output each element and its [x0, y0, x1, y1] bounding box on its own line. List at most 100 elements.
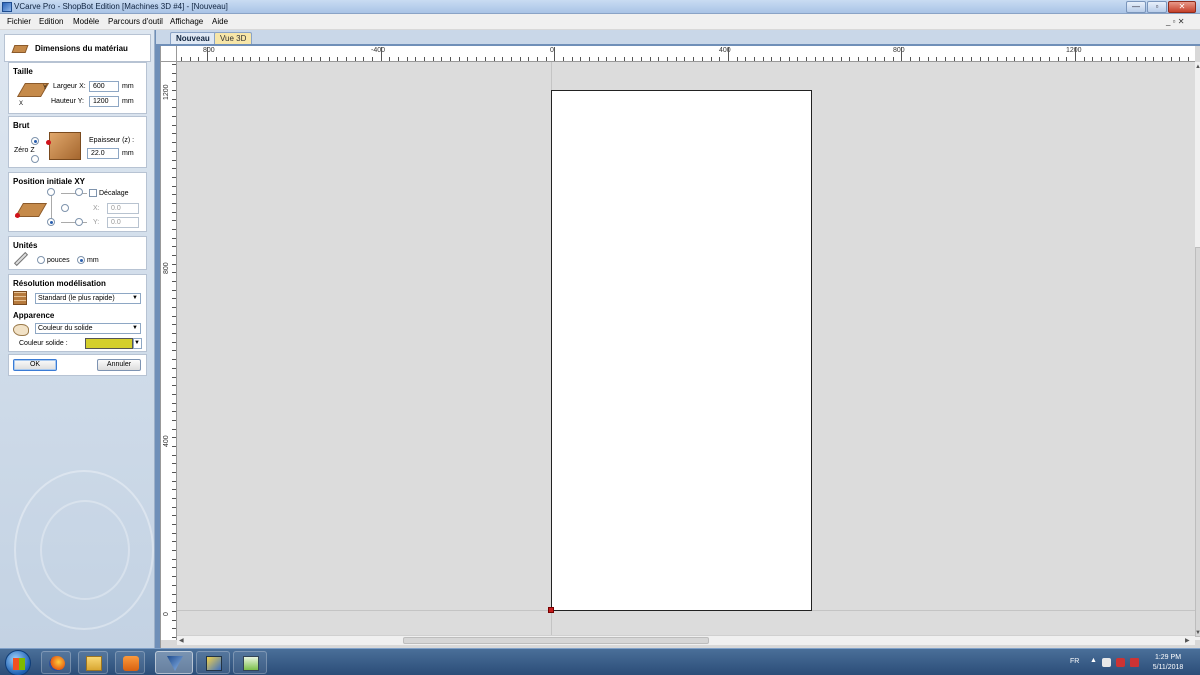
section-resolution-title: Résolution modélisation: [13, 279, 106, 288]
ruler-tick: [901, 47, 903, 61]
scroll-right-icon[interactable]: ▶: [1185, 637, 1190, 644]
action-center-icon[interactable]: [1116, 658, 1125, 667]
origin-top-right-radio[interactable]: [75, 188, 83, 196]
cancel-button[interactable]: Annuler: [97, 359, 141, 371]
ruler-tick: [858, 57, 859, 61]
network-icon[interactable]: [1130, 658, 1139, 667]
zero-z-bottom-radio[interactable]: [31, 155, 39, 163]
mdi-window-controls[interactable]: _ ▫ ✕: [1166, 17, 1184, 26]
minimize-button[interactable]: —: [1126, 1, 1146, 13]
ok-button[interactable]: OK: [13, 359, 57, 371]
ruler-tick: [398, 57, 399, 61]
material-sheet[interactable]: [551, 90, 812, 611]
ruler-tick: [1049, 57, 1050, 61]
ruler-tick: [606, 57, 608, 61]
ruler-tick: [172, 142, 176, 144]
tab-vue-3d[interactable]: Vue 3D: [214, 32, 253, 44]
ruler-tick: [753, 57, 755, 61]
taskbar-explorer[interactable]: [78, 651, 108, 674]
close-button[interactable]: ✕: [1168, 1, 1196, 13]
ruler-tick: [710, 57, 712, 61]
ruler-tick: [562, 57, 564, 61]
horizontal-scroll-thumb[interactable]: [403, 637, 709, 644]
ruler-tick: [806, 57, 807, 61]
menu-fichier[interactable]: Fichier: [7, 17, 31, 26]
ruler-tick: [910, 57, 912, 61]
tray-expand-icon[interactable]: ▲: [1090, 657, 1097, 675]
ruler-tick: [285, 57, 287, 61]
height-input[interactable]: 1200: [89, 96, 119, 107]
ruler-tick: [172, 194, 176, 196]
ruler-tick: [996, 57, 998, 61]
section-units-title: Unités: [13, 241, 38, 250]
scroll-left-icon[interactable]: ◀: [179, 637, 184, 644]
menu-modele[interactable]: Modèle: [73, 17, 99, 26]
units-inches-radio[interactable]: [37, 256, 45, 264]
section-resolution-appearance: Résolution modélisation Standard (le plu…: [8, 274, 147, 352]
ruler-tick: [1066, 57, 1068, 61]
resolution-dropdown[interactable]: Standard (le plus rapide) ▼: [35, 293, 141, 304]
ruler-tick: [840, 57, 842, 61]
ruler-tick: [944, 57, 946, 61]
volume-icon[interactable]: [1102, 658, 1111, 667]
solid-color-picker-button[interactable]: ▼: [133, 338, 142, 349]
ruler-tick: [172, 124, 176, 126]
units-mm-radio[interactable]: [77, 256, 85, 264]
menu-affichage[interactable]: Affichage: [170, 17, 203, 26]
solid-color-swatch[interactable]: [85, 338, 133, 349]
ruler-tick: [250, 57, 252, 61]
ruler-tick: [1031, 57, 1033, 61]
menu-parcours-outil[interactable]: Parcours d'outil: [108, 17, 163, 26]
ruler-tick: [1040, 57, 1042, 61]
menu-edition[interactable]: Edition: [39, 17, 63, 26]
ruler-tick: [988, 57, 990, 61]
vertical-scrollbar[interactable]: ▲ ▼: [1195, 62, 1200, 640]
origin-center-radio[interactable]: [61, 204, 69, 212]
clock-time: 1:29 PM: [1154, 654, 1182, 661]
tab-nouveau[interactable]: Nouveau: [170, 32, 216, 44]
ruler-tick: [1161, 57, 1163, 61]
ruler-tick: [172, 159, 176, 161]
ruler-tick: [953, 57, 955, 61]
hruler-label: 800: [893, 47, 905, 54]
taskbar-clock[interactable]: 1:29 PM 5/11/2018: [1146, 653, 1190, 673]
hruler-label: -400: [371, 47, 386, 54]
vertical-scroll-thumb[interactable]: [1195, 247, 1200, 637]
ruler-tick: [172, 489, 176, 491]
material-setup-panel: Dimensions du matériau Taille X Y Largeu…: [0, 30, 155, 648]
ruler-tick: [519, 57, 521, 61]
origin-bottom-right-radio[interactable]: [75, 218, 83, 226]
ruler-tick: [380, 47, 382, 61]
horizontal-scrollbar[interactable]: ◀ ▶: [177, 635, 1195, 645]
clock-date: 5/11/2018: [1152, 664, 1184, 671]
ruler-tick: [259, 57, 261, 61]
thickness-input[interactable]: 22.0: [87, 148, 119, 159]
resolution-grid-icon: [13, 291, 27, 305]
origin-top-left-radio[interactable]: [47, 188, 55, 196]
drawing-canvas[interactable]: [177, 62, 1195, 640]
appearance-dropdown[interactable]: Couleur du solide ▼: [35, 323, 141, 334]
app-icon: [2, 2, 12, 12]
language-indicator[interactable]: FR: [1070, 658, 1079, 675]
offset-y-input[interactable]: 0.0: [107, 217, 139, 228]
taskbar-app-3[interactable]: [233, 651, 267, 674]
scroll-down-icon[interactable]: ▼: [1195, 630, 1200, 636]
zero-z-top-radio[interactable]: [31, 137, 39, 145]
origin-bottom-left-radio[interactable]: [47, 218, 55, 226]
taskbar-app-2[interactable]: [196, 651, 230, 674]
menu-aide[interactable]: Aide: [212, 17, 228, 26]
scroll-up-icon[interactable]: ▲: [1195, 64, 1200, 70]
offset-x-input[interactable]: 0.0: [107, 203, 139, 214]
taskbar-vcarve[interactable]: [155, 651, 193, 674]
solid-color-label: Couleur solide :: [19, 340, 68, 347]
offset-checkbox[interactable]: [89, 189, 97, 197]
taskbar: FR ▲ 1:29 PM 5/11/2018: [0, 648, 1200, 675]
taskbar-firefox[interactable]: [41, 651, 71, 674]
start-button[interactable]: [5, 650, 31, 675]
ruler-tick: [667, 57, 669, 61]
maximize-button[interactable]: ▫: [1147, 1, 1167, 13]
taskbar-media-player[interactable]: [115, 651, 145, 674]
2d-view-workspace[interactable]: 800 -400 0 400 800 1200 1200 800 400 0 ▲…: [160, 46, 1200, 648]
width-input[interactable]: 600: [89, 81, 119, 92]
ruler-tick: [172, 176, 176, 178]
